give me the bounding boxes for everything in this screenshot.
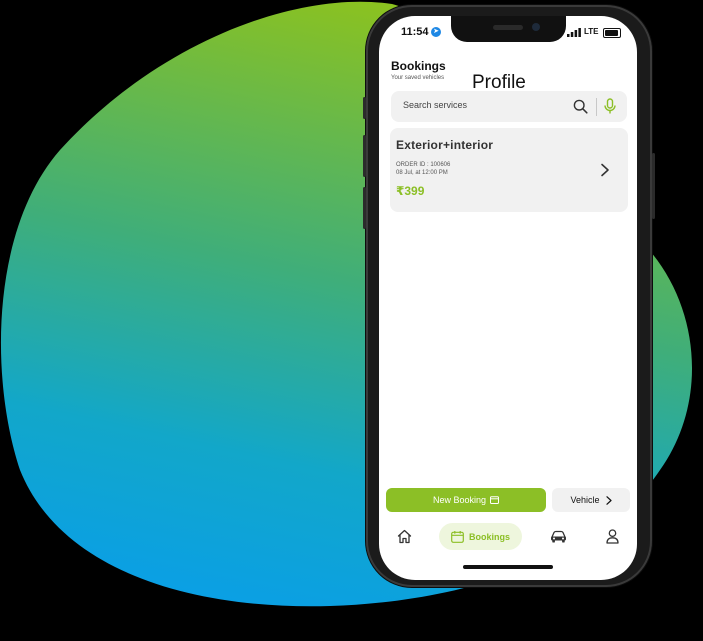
booking-price: ₹399 (396, 184, 425, 198)
vehicle-label: Vehicle (570, 495, 600, 505)
status-bar: 11:54 ➤ LTE (379, 26, 637, 42)
page-title: Bookings (391, 59, 446, 73)
booking-card[interactable]: Exterior+interior ORDER ID : 100606 08 J… (390, 128, 628, 212)
booking-datetime: 08 Jul, at 12:00 PM (396, 170, 448, 176)
nav-bookings-label: Bookings (468, 531, 510, 542)
app-screen: 11:54 ➤ LTE Bookings Your saved vehicles… (379, 16, 637, 580)
nav-home-icon[interactable] (397, 529, 412, 544)
chevron-right-icon[interactable] (600, 163, 610, 177)
profile-overlay-label: Profile (472, 72, 526, 93)
calendar-icon (451, 530, 464, 543)
volume-down-button (363, 187, 366, 229)
search-icon[interactable] (573, 99, 588, 114)
power-button (652, 153, 655, 219)
search-input[interactable]: Search services (403, 100, 467, 110)
signal-icon (567, 28, 581, 37)
booking-service-name: Exterior+interior (396, 138, 494, 152)
nav-profile-icon[interactable] (606, 529, 619, 544)
location-icon: ➤ (431, 27, 441, 37)
home-indicator[interactable] (463, 565, 553, 569)
search-divider (596, 98, 597, 116)
nav-car-icon[interactable] (550, 530, 567, 543)
page-subtitle: Your saved vehicles (391, 75, 445, 81)
mute-switch (363, 97, 366, 119)
chevron-right-icon (605, 495, 612, 505)
new-booking-button[interactable]: New Booking (386, 488, 546, 512)
volume-up-button (363, 135, 366, 177)
network-type: LTE (584, 27, 599, 36)
new-booking-label: New Booking (432, 495, 487, 505)
status-time: 11:54 (401, 26, 429, 38)
search-bar[interactable]: Search services (391, 91, 627, 122)
battery-icon (603, 28, 621, 38)
vehicle-button[interactable]: Vehicle (552, 488, 630, 512)
mic-icon[interactable] (603, 98, 617, 115)
nav-bookings-tab[interactable]: Bookings (439, 523, 522, 550)
calendar-icon (490, 496, 500, 504)
booking-order-id: ORDER ID : 100606 (396, 162, 451, 168)
